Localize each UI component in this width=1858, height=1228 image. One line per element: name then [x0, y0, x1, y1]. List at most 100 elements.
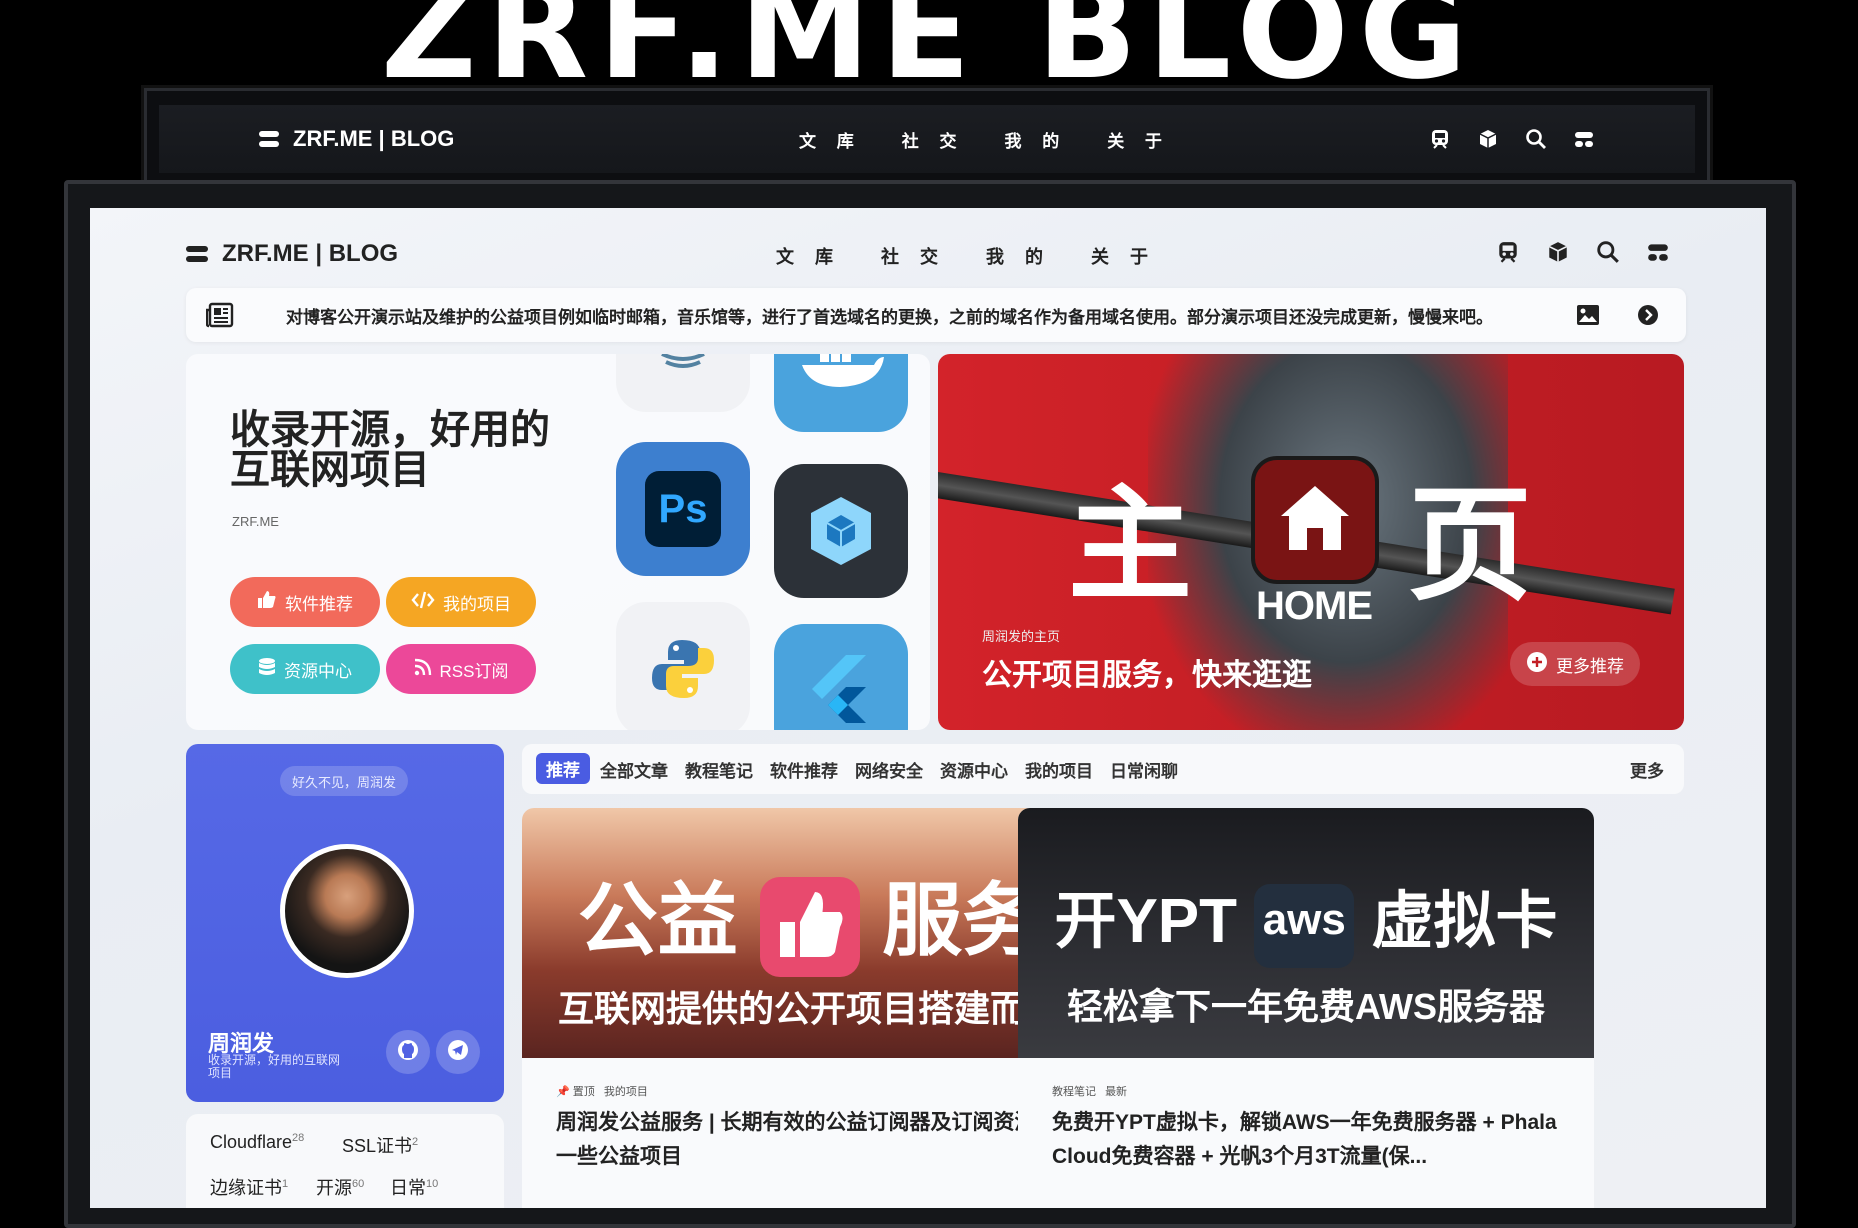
- search-icon[interactable]: [1596, 240, 1620, 264]
- aws-logo-icon: aws: [1254, 883, 1355, 968]
- cover-subline: 轻松拿下一年免费AWS服务器: [1066, 986, 1545, 1027]
- tab-daily-chat[interactable]: 日常闲聊: [1110, 757, 1178, 782]
- rss-subscribe-button[interactable]: RSS订阅: [386, 644, 536, 694]
- dark-nav-menu: 文 库 社 交 我 的 关 于: [799, 127, 1170, 152]
- tag-item[interactable]: 日常10: [390, 1174, 438, 1200]
- logo-icon: [186, 246, 208, 262]
- my-projects-label: 我的项目: [443, 594, 511, 614]
- navbar: ZRF.ME | BLOG 文 库 社 交 我 的 关 于: [186, 226, 1670, 282]
- tag-item[interactable]: SSL证书2: [342, 1132, 418, 1158]
- dark-theme-preview: ZRF.ME | BLOG 文 库 社 交 我 的 关 于: [144, 88, 1710, 191]
- code-icon: [411, 590, 435, 615]
- site-logo[interactable]: ZRF.ME | BLOG: [259, 126, 454, 152]
- photoshop-icon[interactable]: Ps: [616, 442, 750, 576]
- telegram-button[interactable]: [436, 1030, 480, 1074]
- cube-icon[interactable]: [1546, 240, 1570, 264]
- cube-icon[interactable]: [1477, 128, 1499, 150]
- hero-intro-card: 收录开源，好用的 互联网项目 ZRF.ME 软件推荐 我的项目 资源中心 RSS…: [186, 354, 930, 730]
- hero-subtitle: ZRF.ME: [232, 514, 279, 529]
- cover-headline-left: 开YPT: [1054, 887, 1238, 956]
- tag-item[interactable]: 开源60: [316, 1174, 364, 1200]
- hero-title-line2: 互联网项目: [230, 448, 430, 492]
- article-title[interactable]: 免费开YPT虚拟卡，解锁AWS一年免费服务器 + Phala Cloud免费容器…: [1052, 1106, 1562, 1174]
- site-name: ZRF.ME | BLOG: [293, 126, 455, 151]
- menu-toggle-icon[interactable]: [1573, 128, 1595, 150]
- tag-count: 1: [282, 1178, 289, 1190]
- tab-all-articles[interactable]: 全部文章: [600, 757, 668, 782]
- feature-big-left: 主: [1068, 477, 1193, 615]
- search-icon[interactable]: [1525, 128, 1547, 150]
- tab-security[interactable]: 网络安全: [855, 757, 923, 782]
- article-tags: 教程笔记 最新: [1052, 1083, 1127, 1099]
- nav-item-mine[interactable]: 我 的: [1004, 127, 1067, 152]
- python-icon[interactable]: [616, 602, 750, 730]
- thumbs-up-icon: [257, 590, 277, 615]
- java-icon[interactable]: [616, 354, 750, 412]
- tab-recommend[interactable]: 推荐: [536, 753, 590, 784]
- thumbs-up-badge-icon: [760, 876, 860, 977]
- tag-name: Cloudflare: [210, 1132, 293, 1152]
- tag-name: 边缘证书: [210, 1178, 282, 1198]
- cover-headline-right: 虚拟卡: [1371, 887, 1558, 956]
- github-button[interactable]: [386, 1030, 430, 1074]
- tag-item[interactable]: 边缘证书1: [210, 1174, 288, 1200]
- menu-toggle-icon[interactable]: [1646, 240, 1670, 264]
- train-icon[interactable]: [1496, 240, 1520, 264]
- github-icon: [397, 1039, 419, 1066]
- next-arrow-icon[interactable]: [1637, 304, 1659, 326]
- my-projects-button[interactable]: 我的项目: [386, 577, 536, 627]
- nav-menu: 文 库 社 交 我 的 关 于: [776, 243, 1156, 269]
- rss-icon: [414, 658, 432, 681]
- software-recommend-label: 软件推荐: [285, 594, 353, 614]
- nav-item-social[interactable]: 社 交: [881, 243, 946, 269]
- avatar[interactable]: [280, 844, 414, 978]
- resource-center-label: 资源中心: [284, 661, 352, 681]
- nav-item-about[interactable]: 关 于: [1091, 243, 1156, 269]
- cover-subline: 互联网提供的公开项目搭建而成: [557, 988, 1062, 1029]
- software-recommend-button[interactable]: 软件推荐: [230, 577, 380, 627]
- nav-item-mine[interactable]: 我 的: [986, 243, 1051, 269]
- photoshop-label: Ps: [645, 471, 721, 547]
- tag-count: 28: [292, 1132, 305, 1144]
- tab-software[interactable]: 软件推荐: [770, 757, 838, 782]
- notice-text[interactable]: 对博客公开演示站及维护的公益项目例如临时邮箱，音乐馆等，进行了首选域名的更换，之…: [286, 303, 1493, 328]
- flutter-icon[interactable]: [774, 624, 908, 730]
- nav-item-about[interactable]: 关 于: [1107, 127, 1170, 152]
- notice-bar: 对博客公开演示站及维护的公益项目例如临时邮箱，音乐馆等，进行了首选域名的更换，之…: [186, 288, 1686, 342]
- feature-big-right: 页: [1408, 477, 1533, 615]
- more-recommend-button[interactable]: 更多推荐: [1510, 642, 1640, 686]
- feature-caption: 公开项目服务，快来逛逛: [982, 659, 1312, 692]
- article-tag-pinned[interactable]: 置顶: [573, 1086, 595, 1098]
- article-tag-category[interactable]: 我的项目: [604, 1086, 648, 1098]
- article-card[interactable]: 开YPT aws 虚拟卡 轻松拿下一年免费AWS服务器 教程笔记 最新 免费开Y…: [1018, 808, 1594, 1208]
- tag-name: 日常: [390, 1178, 426, 1198]
- article-title[interactable]: 周润发公益服务 | 长期有效的公益订阅器及订阅资源与一些公益项目: [556, 1106, 1066, 1174]
- tab-more[interactable]: 更多: [1630, 757, 1664, 782]
- newspaper-icon: [206, 302, 234, 328]
- article-card[interactable]: 公益 服务 互联网提供的公开项目搭建而成 📌 置顶 我的项目 周润发公益服务 |…: [522, 808, 1098, 1208]
- train-icon[interactable]: [1429, 128, 1451, 150]
- image-icon[interactable]: [1576, 304, 1600, 326]
- tag-item[interactable]: Cloudflare28: [210, 1132, 304, 1153]
- dark-navbar: ZRF.ME | BLOG 文 库 社 交 我 的 关 于: [159, 105, 1695, 173]
- webpack-icon[interactable]: [774, 464, 908, 598]
- featured-banner[interactable]: 主 页 HOME 周润发的主页 公开项目服务，快来逛逛 更多推荐: [938, 354, 1684, 730]
- home-word: HOME: [1256, 584, 1373, 628]
- tab-tutorials[interactable]: 教程笔记: [685, 757, 753, 782]
- greeting-badge: 好久不见，周润发: [280, 766, 408, 796]
- plus-circle-icon: [1526, 651, 1548, 678]
- resource-center-button[interactable]: 资源中心: [230, 644, 380, 694]
- tag-name: SSL证书: [342, 1136, 413, 1156]
- nav-item-library[interactable]: 文 库: [799, 127, 862, 152]
- cover-headline: 公益 服务: [522, 856, 1098, 977]
- article-tag-category[interactable]: 教程笔记: [1052, 1086, 1096, 1098]
- article-tag-latest[interactable]: 最新: [1105, 1086, 1127, 1098]
- tab-my-projects[interactable]: 我的项目: [1025, 757, 1093, 782]
- nav-item-library[interactable]: 文 库: [776, 243, 841, 269]
- tab-resources[interactable]: 资源中心: [940, 757, 1008, 782]
- site-logo[interactable]: ZRF.ME | BLOG: [186, 240, 398, 268]
- home-badge: [1251, 456, 1379, 584]
- feature-caption-small: 周润发的主页: [982, 629, 1061, 644]
- nav-item-social[interactable]: 社 交: [902, 127, 965, 152]
- docker-icon[interactable]: [774, 354, 908, 432]
